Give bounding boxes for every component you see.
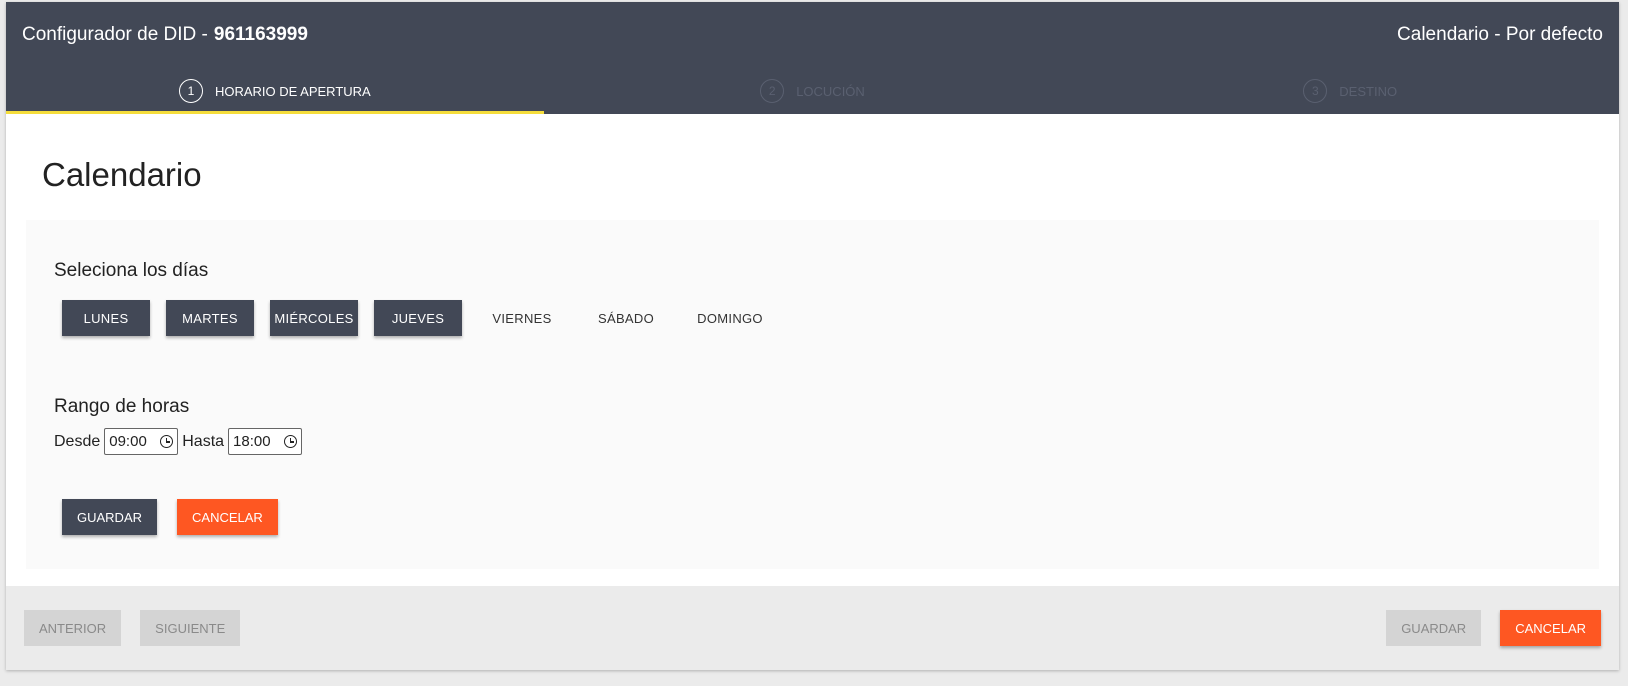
day-martes-button[interactable]: MARTES <box>166 300 254 336</box>
step-label: LOCUCIÓN <box>796 83 865 99</box>
schedule-panel: Seleciona los días LUNES MARTES MIÉRCOLE… <box>26 220 1599 569</box>
to-time-input[interactable]: 18:00 <box>228 428 303 455</box>
to-label: Hasta <box>182 432 225 450</box>
did-number: 961163999 <box>213 24 308 45</box>
range-section-label: Rango de horas <box>54 396 190 417</box>
days-section-label: Seleciona los días <box>54 260 209 281</box>
page-title: Calendario <box>42 156 202 193</box>
day-sabado-button[interactable]: SÁBADO <box>582 300 670 336</box>
day-lunes-button[interactable]: LUNES <box>62 300 150 336</box>
step-number-icon: 1 <box>178 79 203 103</box>
panel-save-button[interactable]: GUARDAR <box>62 499 158 535</box>
next-button[interactable]: SIGUIENTE <box>140 610 241 646</box>
panel-cancel-button[interactable]: CANCELAR <box>177 499 278 535</box>
from-label: Desde <box>54 432 101 450</box>
to-time-value: 18:00 <box>233 433 271 450</box>
panel-actions: GUARDAR CANCELAR <box>62 499 1571 535</box>
calendar-name: Calendario - Por defecto <box>1397 24 1603 45</box>
step-locucion[interactable]: 2 LOCUCIÓN <box>544 68 1082 114</box>
previous-button[interactable]: ANTERIOR <box>24 610 122 646</box>
clock-icon[interactable] <box>284 435 298 448</box>
footer-actions: GUARDAR CANCELAR <box>1386 610 1601 646</box>
main-content: Calendario Seleciona los días LUNES MART… <box>6 156 1619 569</box>
footer-save-button[interactable]: GUARDAR <box>1386 610 1482 646</box>
title-prefix: Configurador de DID - <box>22 24 208 45</box>
step-label: HORARIO DE APERTURA <box>214 83 371 99</box>
day-miercoles-button[interactable]: MIÉRCOLES <box>270 300 358 336</box>
step-horario[interactable]: 1 HORARIO DE APERTURA <box>6 68 544 114</box>
did-configurator-dialog: Configurador de DID - 961163999 Calendar… <box>6 2 1619 670</box>
from-time-value: 09:00 <box>109 433 147 450</box>
dialog-title: Configurador de DID - 961163999 <box>22 24 308 46</box>
step-number-icon: 2 <box>760 79 785 103</box>
footer-cancel-button[interactable]: CANCELAR <box>1500 610 1601 646</box>
step-label: DESTINO <box>1339 83 1398 99</box>
step-destino[interactable]: 3 DESTINO <box>1081 68 1619 114</box>
step-number-icon: 3 <box>1303 79 1328 103</box>
header-bar: Configurador de DID - 961163999 Calendar… <box>6 2 1619 68</box>
stepper: 1 HORARIO DE APERTURA 2 LOCUCIÓN 3 DESTI… <box>6 68 1619 114</box>
day-domingo-button[interactable]: DOMINGO <box>686 300 774 336</box>
day-selector: LUNES MARTES MIÉRCOLES JUEVES VIERNES SÁ… <box>62 300 1571 336</box>
day-jueves-button[interactable]: JUEVES <box>374 300 462 336</box>
dialog-footer: ANTERIOR SIGUIENTE GUARDAR CANCELAR <box>6 586 1619 670</box>
clock-icon[interactable] <box>160 435 174 448</box>
from-time-input[interactable]: 09:00 <box>104 428 179 455</box>
time-range-row: Desde 09:00 Hasta 18:00 <box>54 428 1571 455</box>
nav-buttons: ANTERIOR SIGUIENTE <box>24 610 241 646</box>
day-viernes-button[interactable]: VIERNES <box>478 300 566 336</box>
